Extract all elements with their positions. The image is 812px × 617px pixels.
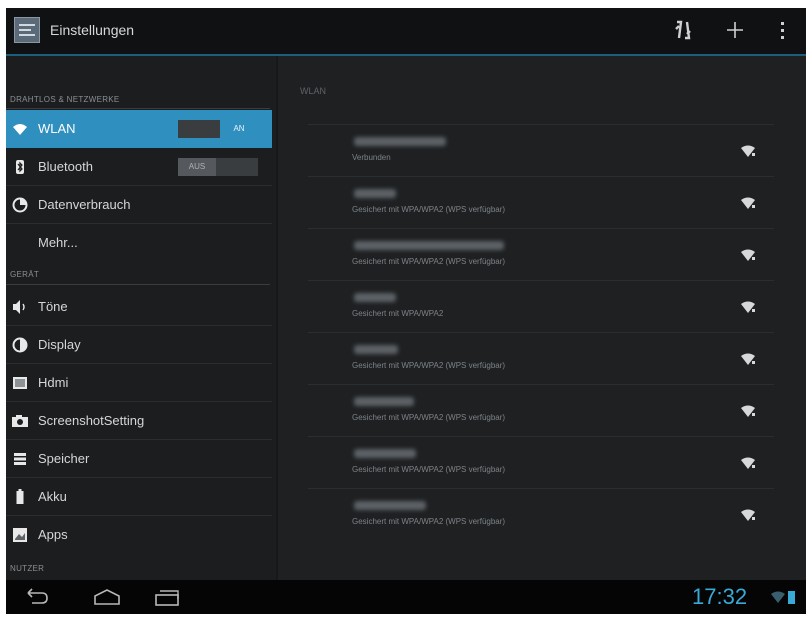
sidebar-item-apps[interactable]: Apps — [6, 516, 272, 554]
brightness-icon — [12, 337, 28, 353]
bluetooth-icon — [12, 159, 28, 175]
sidebar-item-label: Display — [38, 337, 81, 352]
network-status: Gesichert mit WPA/WPA2 — [352, 309, 444, 318]
network-name-redacted — [354, 241, 504, 250]
network-name-redacted — [354, 137, 446, 146]
network-row[interactable]: Gesichert mit WPA/WPA2 (WPS verfügbar) — [308, 384, 774, 437]
system-bar: 17:32 — [6, 580, 806, 614]
apps-icon — [12, 527, 28, 543]
network-status: Gesichert mit WPA/WPA2 (WPS verfügbar) — [352, 517, 506, 526]
network-name-redacted — [354, 293, 396, 302]
wifi-signal-icon — [740, 351, 756, 367]
sidebar-item-label: Bluetooth — [38, 159, 93, 174]
wlan-toggle[interactable]: AN — [178, 120, 258, 138]
toggle-state: AUS — [178, 158, 216, 176]
sidebar-item-label: Akku — [38, 489, 67, 504]
volume-icon — [12, 299, 28, 315]
bluetooth-toggle[interactable]: AUS — [178, 158, 258, 176]
sidebar-item-hdmi[interactable]: Hdmi — [6, 364, 272, 402]
wifi-signal-icon — [740, 507, 756, 523]
overflow-menu-icon[interactable] — [776, 18, 790, 44]
sidebar-item-battery[interactable]: Akku — [6, 478, 272, 516]
battery-icon — [788, 591, 795, 604]
wifi-signal-icon — [740, 143, 756, 159]
network-row[interactable]: Gesichert mit WPA/WPA2 (WPS verfügbar) — [308, 228, 774, 281]
network-row[interactable]: Gesichert mit WPA/WPA2 (WPS verfügbar) — [308, 436, 774, 489]
wifi-signal-icon — [740, 195, 756, 211]
network-name-redacted — [354, 345, 398, 354]
network-status: Gesichert mit WPA/WPA2 (WPS verfügbar) — [352, 413, 506, 422]
wlan-header: WLAN — [300, 86, 327, 96]
tablet-screen: Einstellungen DRAHTLOS & NETZWERKE WLAN … — [6, 8, 806, 614]
wifi-icon — [12, 121, 28, 137]
sidebar-item-bluetooth[interactable]: Bluetooth AUS — [6, 148, 272, 186]
network-status: Gesichert mit WPA/WPA2 (WPS verfügbar) — [352, 361, 506, 370]
network-name-redacted — [354, 189, 396, 198]
sidebar-item-label: Apps — [38, 527, 68, 542]
home-icon[interactable] — [92, 587, 122, 607]
network-name-redacted — [354, 397, 414, 406]
recent-apps-icon[interactable] — [152, 587, 182, 607]
sidebar-item-label: Speicher — [38, 451, 90, 466]
sync-icon[interactable] — [672, 18, 692, 44]
section-header-wireless: DRAHTLOS & NETZWERKE — [10, 95, 120, 104]
sidebar-item-label: Datenverbrauch — [38, 197, 131, 212]
sidebar-item-label: ScreenshotSetting — [38, 413, 145, 428]
storage-icon — [12, 451, 28, 467]
network-status: Gesichert mit WPA/WPA2 (WPS verfügbar) — [352, 257, 506, 266]
network-row[interactable]: Gesichert mit WPA/WPA2 (WPS verfügbar) — [308, 332, 774, 385]
wifi-signal-icon — [740, 403, 756, 419]
sidebar-item-label: Mehr... — [38, 235, 78, 250]
network-row[interactable]: Gesichert mit WPA/WPA2 (WPS verfügbar) — [308, 488, 774, 541]
network-row[interactable]: Gesichert mit WPA/WPA2 — [308, 280, 774, 333]
sidebar-item-display[interactable]: Display — [6, 326, 272, 364]
wifi-signal-icon — [740, 247, 756, 263]
hdmi-icon — [12, 375, 28, 391]
network-status: Verbunden — [352, 153, 391, 162]
wifi-signal-icon — [740, 299, 756, 315]
settings-app-icon[interactable] — [14, 17, 40, 43]
sidebar-item-label: Töne — [38, 299, 68, 314]
sidebar-item-label: Hdmi — [38, 375, 69, 390]
wifi-signal-icon — [770, 589, 786, 605]
sidebar-item-wlan[interactable]: WLAN AN — [6, 110, 272, 148]
action-bar: Einstellungen — [6, 8, 806, 56]
network-row[interactable]: Verbunden — [308, 124, 774, 177]
battery-icon — [12, 489, 28, 505]
section-header-user: NUTZER — [10, 564, 45, 573]
page-title: Einstellungen — [50, 22, 135, 38]
wlan-panel: WLAN Verbunden Gesichert mit WPA/WPA2 (WP… — [278, 56, 806, 580]
add-icon[interactable] — [724, 18, 746, 44]
wifi-signal-icon — [740, 455, 756, 471]
back-icon[interactable] — [22, 587, 50, 607]
settings-sidebar: DRAHTLOS & NETZWERKE WLAN AN Bluetooth A… — [6, 56, 276, 580]
sidebar-item-label: WLAN — [38, 121, 76, 136]
network-status: Gesichert mit WPA/WPA2 (WPS verfügbar) — [352, 205, 506, 214]
toggle-state: AN — [220, 120, 258, 138]
network-name-redacted — [354, 449, 416, 458]
network-row[interactable]: Gesichert mit WPA/WPA2 (WPS verfügbar) — [308, 176, 774, 229]
network-status: Gesichert mit WPA/WPA2 (WPS verfügbar) — [352, 465, 506, 474]
sidebar-item-storage[interactable]: Speicher — [6, 440, 272, 478]
sidebar-item-sounds[interactable]: Töne — [6, 288, 272, 326]
camera-icon — [12, 413, 28, 429]
clock: 17:32 — [692, 584, 748, 609]
section-header-device: GERÄT — [10, 270, 40, 279]
sidebar-item-more[interactable]: Mehr... — [6, 224, 272, 262]
sidebar-item-data-usage[interactable]: Datenverbrauch — [6, 186, 272, 224]
sidebar-item-screenshot-setting[interactable]: ScreenshotSetting — [6, 402, 272, 440]
data-usage-icon — [12, 197, 28, 213]
network-name-redacted — [354, 501, 426, 510]
